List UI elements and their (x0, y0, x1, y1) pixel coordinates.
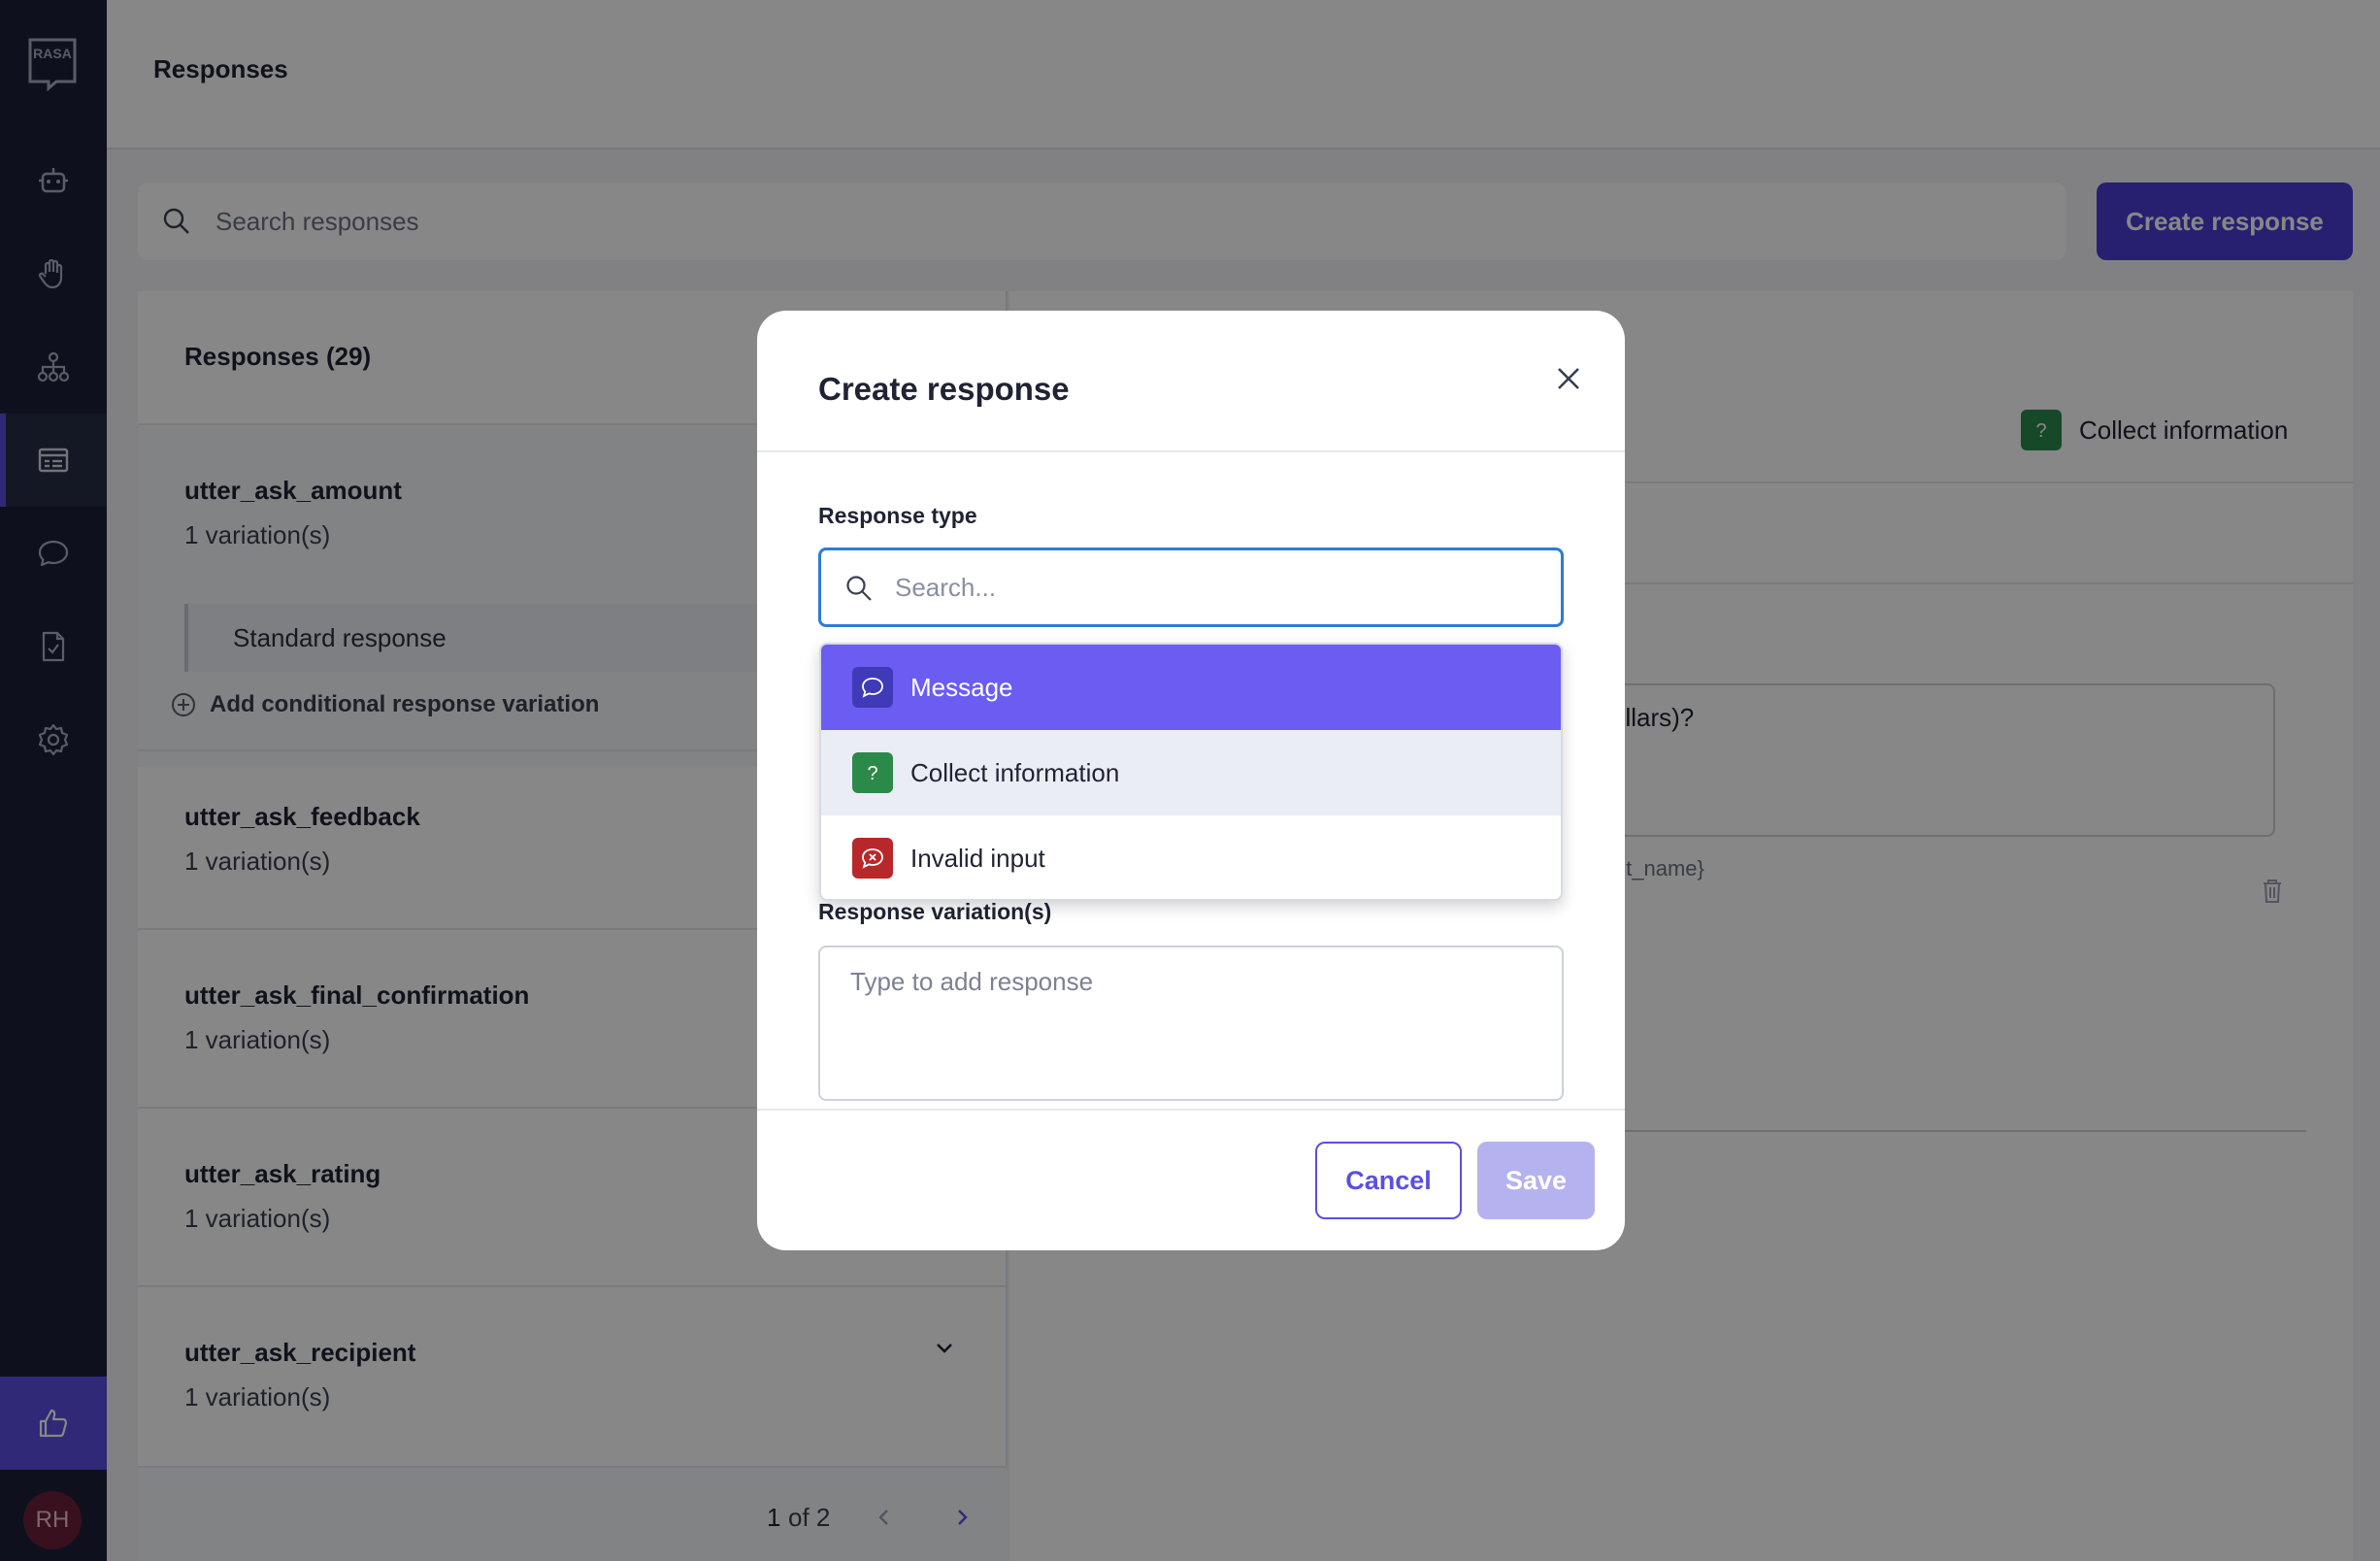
save-button[interactable]: Save (1477, 1142, 1595, 1219)
search-icon (846, 576, 872, 601)
close-button[interactable] (1545, 355, 1592, 402)
close-icon (1558, 368, 1579, 389)
question-icon: ? (852, 752, 893, 793)
option-invalid-input[interactable]: Invalid input (821, 815, 1561, 899)
modal-title: Create response (818, 371, 1070, 407)
option-label: Invalid input (910, 843, 1045, 873)
response-type-label: Response type (818, 503, 977, 528)
invalid-icon (852, 838, 893, 879)
response-variation-placeholder: Type to add response (850, 967, 1094, 996)
divider (757, 1109, 1625, 1111)
option-message[interactable]: Message (821, 645, 1561, 730)
option-label: Collect information (910, 757, 1120, 787)
response-variations-label: Response variation(s) (818, 899, 1052, 924)
response-type-search-input[interactable] (895, 564, 1545, 611)
cancel-button[interactable]: Cancel (1315, 1142, 1462, 1219)
option-collect-information[interactable]: ? Collect information (821, 730, 1561, 815)
message-icon (852, 667, 893, 708)
response-type-dropdown: Message ? Collect information Invalid in… (819, 643, 1563, 901)
option-label: Message (910, 672, 1013, 702)
svg-text:?: ? (867, 763, 877, 784)
response-type-search (818, 548, 1564, 627)
divider (757, 450, 1625, 452)
